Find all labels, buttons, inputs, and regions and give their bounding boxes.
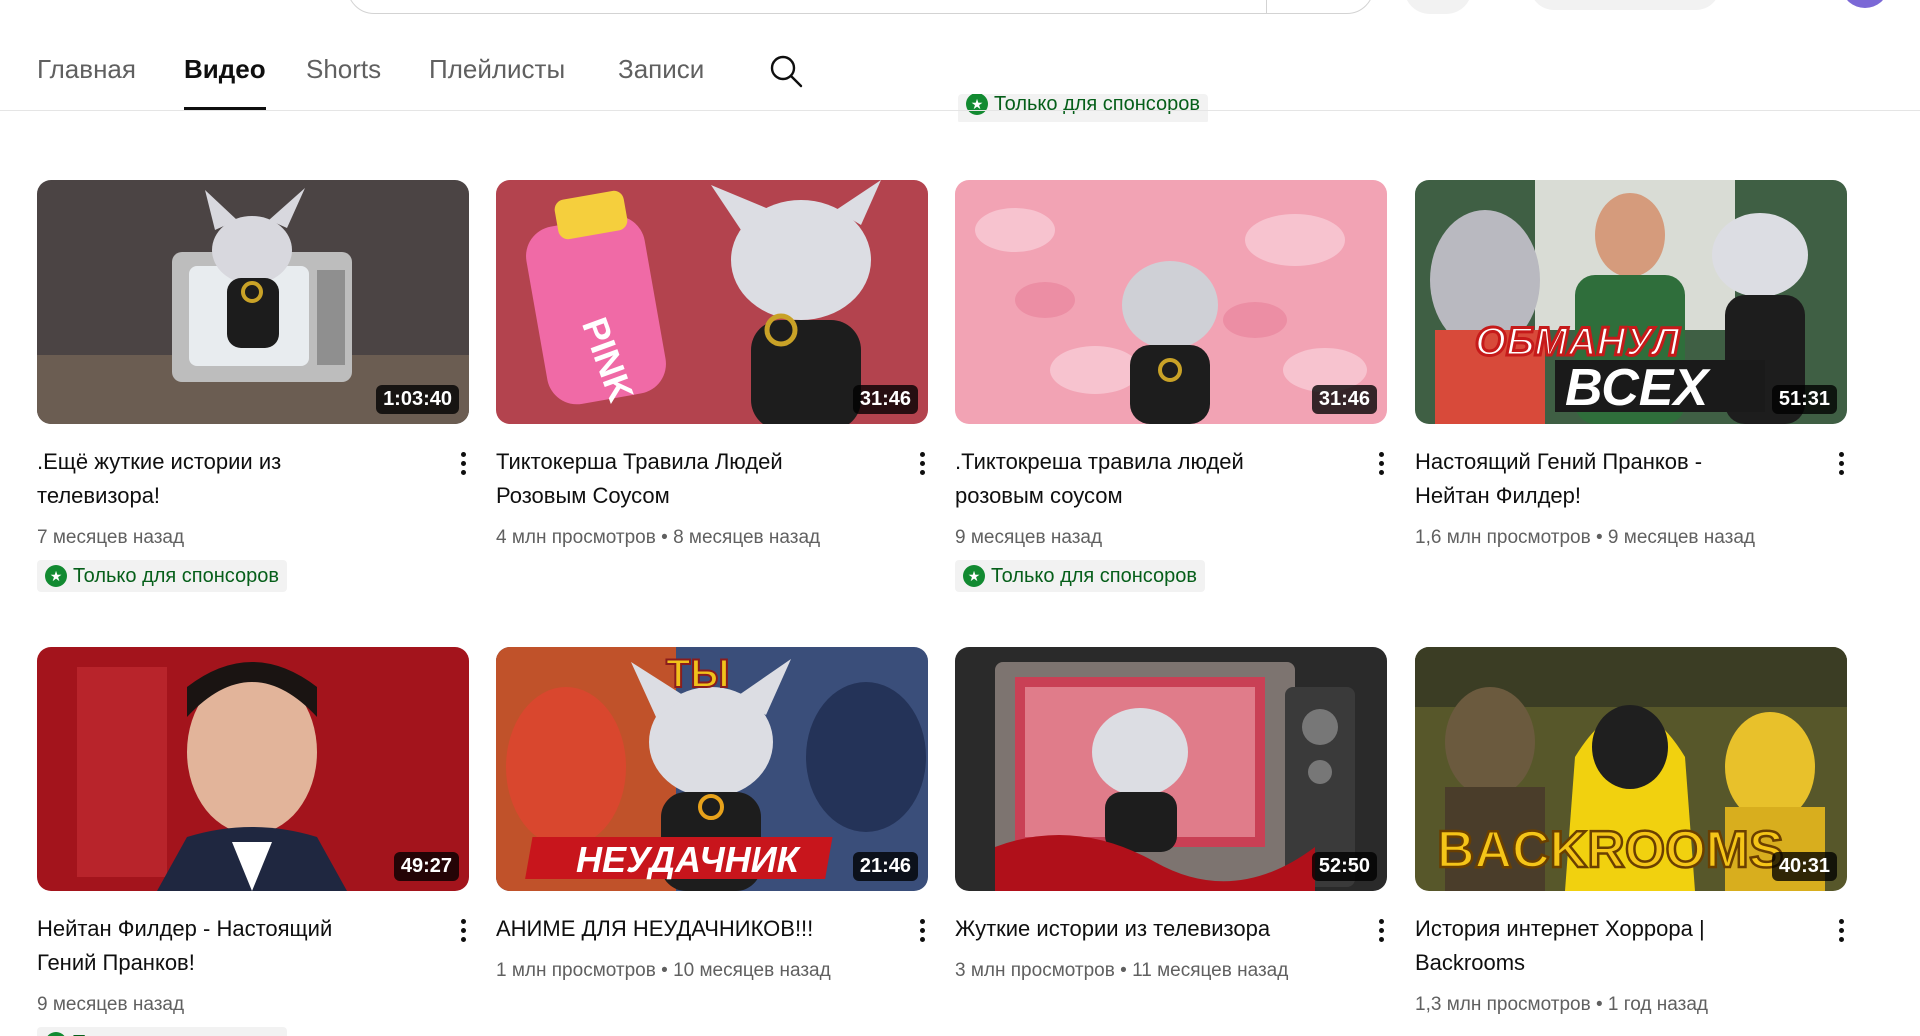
video-thumbnail[interactable]: ОБМАНУЛ ВСЕХ 51:31: [1415, 180, 1847, 424]
video-meta: 1,3 млн просмотров • 1 год назад: [1415, 994, 1855, 1016]
video-thumbnail[interactable]: 31:46: [955, 180, 1387, 424]
more-vert-icon[interactable]: [1369, 915, 1393, 951]
thumb-vseh-text: ВСЕХ: [1565, 359, 1711, 417]
video-title[interactable]: История интернет Хоррора | Backrooms: [1415, 912, 1775, 980]
star-badge-icon: ★: [963, 565, 985, 587]
video-meta: 3 млн просмотров • 11 месяцев назад: [955, 960, 1395, 982]
video-age: 8 месяцев назад: [673, 527, 821, 548]
thumb-obmanul-text: ОБМАНУЛ: [1475, 320, 1681, 364]
video-age: 9 месяцев назад: [1607, 527, 1755, 548]
video-age: 9 месяцев назад: [37, 994, 185, 1015]
thumb-backrooms-text: BACKROOMS: [1437, 821, 1784, 879]
more-vert-icon[interactable]: [910, 915, 934, 951]
star-badge-icon: ★: [45, 565, 67, 587]
video-meta: 4 млн просмотров • 8 месяцев назад: [496, 527, 936, 549]
video-duration: 40:31: [1771, 852, 1837, 881]
star-badge-icon: ★: [45, 1032, 67, 1036]
video-thumbnail[interactable]: BACKROOMS 40:31: [1415, 647, 1847, 891]
more-vert-icon[interactable]: [1369, 448, 1393, 484]
video-thumbnail[interactable]: ТЫ НЕУДАЧНИК 21:46: [496, 647, 928, 891]
video-age: 9 месяцев назад: [955, 527, 1103, 548]
video-duration: 21:46: [852, 852, 918, 881]
thumb-neudachnik-text: НЕУДАЧНИК: [576, 839, 802, 880]
video-title[interactable]: Нейтан Филдер - Настоящий Гений Пранков!: [37, 912, 397, 980]
more-vert-icon[interactable]: [451, 915, 475, 951]
video-duration: 1:03:40: [376, 385, 459, 414]
more-vert-icon[interactable]: [910, 448, 934, 484]
members-only-badge[interactable]: ★ Только для спонсоров: [955, 560, 1206, 592]
video-duration: 31:46: [1311, 385, 1377, 414]
meta-separator: •: [661, 527, 668, 548]
video-thumbnail[interactable]: 1:03:40: [37, 180, 469, 424]
members-only-label: Только для спонсоров: [73, 564, 280, 587]
video-age: 7 месяцев назад: [37, 527, 185, 548]
more-vert-icon[interactable]: [1829, 448, 1853, 484]
meta-separator: •: [1595, 994, 1603, 1015]
video-thumbnail[interactable]: PINK 31:46: [496, 180, 928, 424]
video-title[interactable]: .Тиктокреша травила людей розовым соусом: [955, 445, 1315, 513]
video-grid: 1:03:40 .Ещё жуткие истории из телевизор…: [0, 0, 1920, 1036]
video-meta: 1,6 млн просмотров • 9 месяцев назад: [1415, 527, 1855, 549]
video-meta: 1 млн просмотров • 10 месяцев назад: [496, 960, 936, 982]
video-views: 1,6 млн просмотров: [1415, 527, 1591, 548]
meta-separator: •: [1120, 960, 1127, 981]
video-title[interactable]: .Ещё жуткие истории из телевизора!: [37, 445, 397, 513]
video-duration: 51:31: [1771, 385, 1837, 414]
members-only-badge[interactable]: ★ Только для спонсоров: [37, 1027, 288, 1036]
video-title[interactable]: Настоящий Гений Пранков - Нейтан Филдер!: [1415, 445, 1775, 513]
video-title[interactable]: Тиктокерша Травила Людей Розовым Соусом: [496, 445, 856, 513]
more-vert-icon[interactable]: [451, 448, 475, 484]
video-duration: 49:27: [393, 852, 459, 881]
video-thumbnail[interactable]: 49:27: [37, 647, 469, 891]
video-duration: 52:50: [1311, 852, 1377, 881]
members-only-label: Только для спонсоров: [73, 1032, 279, 1036]
thumb-ty-text: ТЫ: [666, 652, 730, 696]
video-title[interactable]: АНИМЕ ДЛЯ НЕУДАЧНИКОВ!!!: [496, 912, 856, 946]
video-views: 1 млн просмотров: [496, 960, 656, 981]
video-views: 3 млн просмотров: [955, 960, 1115, 981]
video-duration: 31:46: [852, 385, 918, 414]
meta-separator: •: [661, 960, 668, 981]
video-age: 11 месяцев назад: [1132, 960, 1289, 981]
more-vert-icon[interactable]: [1829, 915, 1853, 951]
video-views: 4 млн просмотров: [496, 527, 656, 548]
members-only-badge[interactable]: ★ Только для спонсоров: [37, 560, 288, 592]
video-views: 1,3 млн просмотров: [1415, 994, 1591, 1015]
members-only-label: Только для спонсоров: [991, 564, 1198, 587]
video-age: 1 год назад: [1607, 994, 1708, 1015]
video-title[interactable]: Жуткие истории из телевизора: [955, 912, 1315, 946]
meta-separator: •: [1595, 527, 1603, 548]
video-age: 10 месяцев назад: [673, 960, 831, 981]
video-thumbnail[interactable]: 52:50: [955, 647, 1387, 891]
